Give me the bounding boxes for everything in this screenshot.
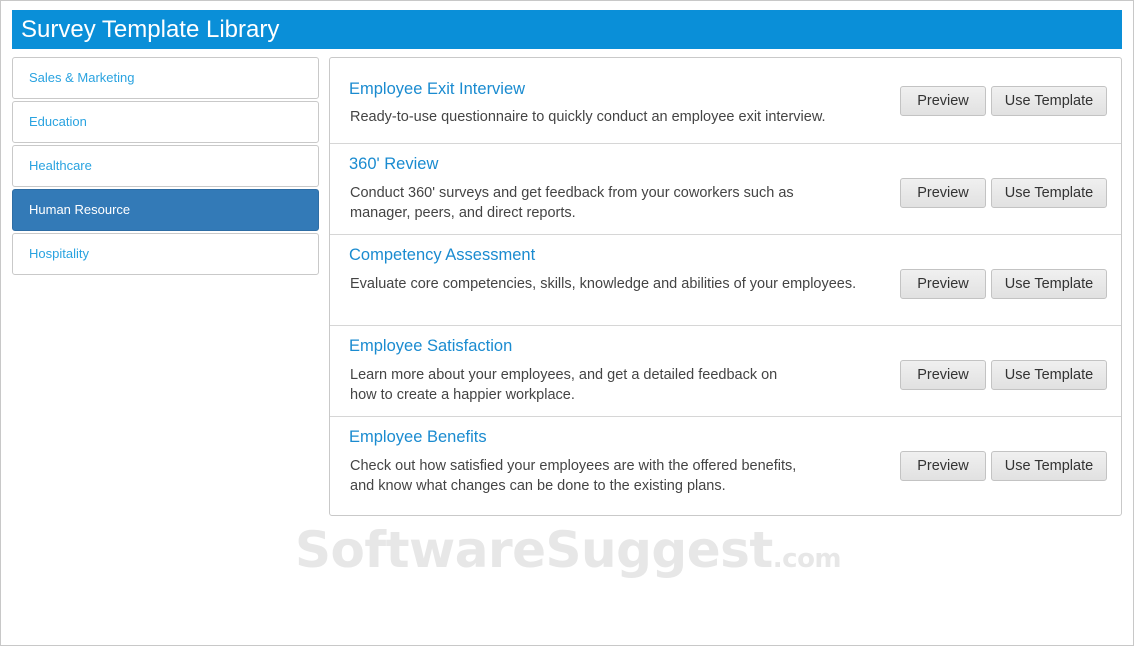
page-title-bar: Survey Template Library — [12, 10, 1122, 49]
sidebar-item-label: Healthcare — [29, 158, 92, 173]
template-description: Check out how satisfied your employees a… — [350, 456, 870, 496]
preview-button[interactable]: Preview — [900, 86, 986, 116]
template-description-line: Learn more about your employees, and get… — [350, 367, 778, 383]
template-description-line: Conduct 360' surveys and get feedback fr… — [350, 185, 794, 201]
app-window: Survey Template Library Sales & Marketin… — [0, 0, 1134, 646]
template-row-employee-satisfaction: Employee Satisfaction Learn more about y… — [330, 326, 1121, 417]
template-title[interactable]: 360' Review — [349, 155, 438, 174]
template-title[interactable]: Employee Satisfaction — [349, 337, 512, 356]
use-template-button[interactable]: Use Template — [991, 178, 1107, 208]
use-template-button[interactable]: Use Template — [991, 269, 1107, 299]
template-row-employee-benefits: Employee Benefits Check out how satisfie… — [330, 417, 1121, 515]
preview-button[interactable]: Preview — [900, 269, 986, 299]
template-description-line: and know what changes can be done to the… — [350, 478, 726, 494]
watermark: SoftwareSuggest.com — [295, 521, 842, 579]
template-list: Employee Exit Interview Ready-to-use que… — [329, 57, 1122, 516]
preview-button[interactable]: Preview — [900, 178, 986, 208]
sidebar-item-label: Sales & Marketing — [29, 70, 135, 85]
template-description: Evaluate core competencies, skills, know… — [350, 274, 870, 294]
template-title[interactable]: Employee Exit Interview — [349, 80, 525, 99]
watermark-suffix: .com — [772, 544, 842, 574]
sidebar-item-hospitality[interactable]: Hospitality — [12, 233, 319, 275]
template-description-line: how to create a happier workplace. — [350, 387, 575, 403]
preview-button[interactable]: Preview — [900, 360, 986, 390]
template-description: Conduct 360' surveys and get feedback fr… — [350, 183, 870, 223]
template-description-line: manager, peers, and direct reports. — [350, 205, 576, 221]
template-description: Learn more about your employees, and get… — [350, 365, 870, 405]
watermark-text: SoftwareSuggest — [295, 521, 773, 579]
template-title[interactable]: Employee Benefits — [349, 428, 487, 447]
sidebar-item-healthcare[interactable]: Healthcare — [12, 145, 319, 187]
sidebar-item-human-resource[interactable]: Human Resource — [12, 189, 319, 231]
template-row-competency-assessment: Competency Assessment Evaluate core comp… — [330, 235, 1121, 326]
category-sidebar: Sales & Marketing Education Healthcare H… — [12, 57, 319, 277]
sidebar-item-sales-marketing[interactable]: Sales & Marketing — [12, 57, 319, 99]
sidebar-item-label: Hospitality — [29, 246, 89, 261]
use-template-button[interactable]: Use Template — [991, 451, 1107, 481]
sidebar-item-label: Education — [29, 114, 87, 129]
template-row-360-review: 360' Review Conduct 360' surveys and get… — [330, 144, 1121, 235]
use-template-button[interactable]: Use Template — [991, 86, 1107, 116]
preview-button[interactable]: Preview — [900, 451, 986, 481]
use-template-button[interactable]: Use Template — [991, 360, 1107, 390]
template-description: Ready-to-use questionnaire to quickly co… — [350, 107, 870, 127]
page-title: Survey Template Library — [21, 16, 280, 43]
template-title[interactable]: Competency Assessment — [349, 246, 535, 265]
template-description-line: Ready-to-use questionnaire to quickly co… — [350, 109, 826, 125]
template-description-line: Evaluate core competencies, skills, know… — [350, 276, 857, 292]
template-description-line: Check out how satisfied your employees a… — [350, 458, 797, 474]
template-row-exit-interview: Employee Exit Interview Ready-to-use que… — [330, 58, 1121, 144]
sidebar-item-education[interactable]: Education — [12, 101, 319, 143]
sidebar-item-label: Human Resource — [29, 202, 131, 217]
